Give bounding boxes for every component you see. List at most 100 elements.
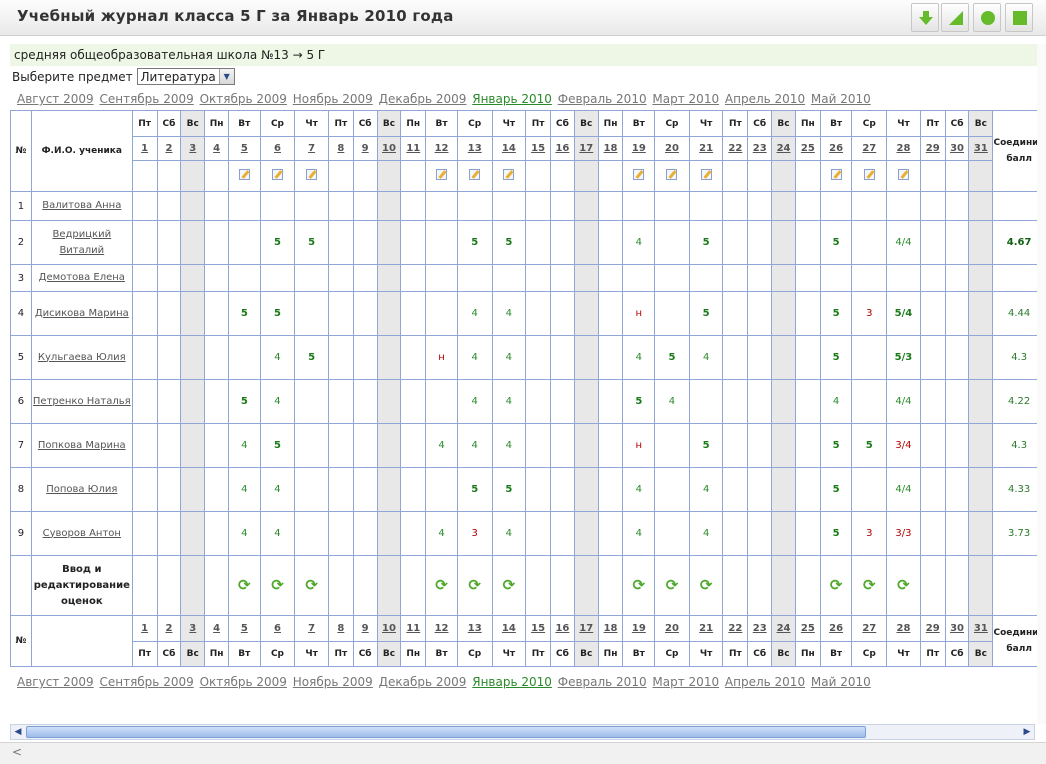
day-link[interactable]: 3 — [189, 143, 196, 154]
grade-cell[interactable]: 5 — [688, 291, 724, 336]
grade-cell[interactable]: 5 — [819, 335, 853, 380]
grade-cell[interactable]: 5 — [294, 220, 329, 265]
grade-cell[interactable]: 5 — [456, 220, 493, 265]
grade-cell[interactable]: 4 — [259, 511, 296, 556]
day-link[interactable]: 23 — [753, 623, 767, 634]
month-link[interactable]: Сентябрь 2009 — [99, 675, 193, 689]
grade-cell[interactable]: 3 — [851, 511, 888, 556]
day-link[interactable]: 18 — [604, 143, 618, 154]
day-link[interactable]: 18 — [604, 623, 618, 634]
grade-cell[interactable] — [228, 220, 261, 265]
edit-lesson-icon[interactable] — [633, 169, 645, 180]
refresh-icon[interactable]: ⟳ — [305, 578, 318, 593]
day-link[interactable]: 20 — [665, 623, 679, 634]
grade-cell[interactable]: 5 — [491, 467, 527, 512]
edit-lesson-icon[interactable] — [469, 169, 481, 180]
day-link[interactable]: 4 — [213, 143, 220, 154]
student-name-link[interactable]: Демотова Елена — [39, 272, 125, 283]
grade-cell[interactable]: 4 — [491, 379, 527, 424]
status-scroll-left[interactable]: < — [12, 745, 22, 759]
grade-cell[interactable]: 5 — [622, 379, 656, 424]
day-link[interactable]: 15 — [531, 143, 545, 154]
grade-cell[interactable] — [491, 264, 527, 292]
day-link[interactable]: 16 — [555, 623, 569, 634]
grade-cell[interactable]: 5 — [819, 511, 853, 556]
day-link[interactable]: 4 — [213, 623, 220, 634]
grade-cell[interactable]: 4 — [622, 467, 656, 512]
grade-cell[interactable] — [819, 264, 853, 292]
edit-lesson-icon[interactable] — [700, 169, 712, 180]
grade-cell[interactable] — [425, 467, 458, 512]
refresh-icon[interactable]: ⟳ — [468, 578, 481, 593]
grade-cell[interactable]: 5 — [819, 467, 853, 512]
grade-cell[interactable] — [654, 264, 690, 292]
day-link[interactable]: 2 — [165, 623, 172, 634]
student-name-link[interactable]: Попкова Марина — [38, 440, 126, 451]
day-link[interactable]: 13 — [468, 623, 482, 634]
refresh-icon[interactable]: ⟳ — [238, 578, 251, 593]
refresh-icon[interactable]: ⟳ — [633, 578, 646, 593]
grade-cell[interactable] — [259, 191, 296, 221]
grade-cell[interactable]: 4 — [228, 467, 261, 512]
grade-cell[interactable] — [228, 191, 261, 221]
edit-lesson-icon[interactable] — [666, 169, 678, 180]
day-link[interactable]: 27 — [862, 623, 876, 634]
student-name-link[interactable]: Попова Юлия — [46, 484, 117, 495]
grade-cell[interactable]: 3 — [851, 291, 888, 336]
month-link[interactable]: Апрель 2010 — [725, 675, 805, 689]
day-link[interactable]: 6 — [274, 623, 281, 634]
day-link[interactable]: 24 — [777, 143, 791, 154]
student-name-link[interactable]: Петренко Наталья — [33, 396, 131, 407]
grade-cell[interactable]: 4 — [491, 335, 527, 380]
grade-cell[interactable]: 4 — [491, 511, 527, 556]
grade-cell[interactable]: 5 — [259, 220, 296, 265]
day-link[interactable]: 7 — [308, 623, 315, 634]
grade-cell[interactable] — [456, 264, 493, 292]
grade-cell[interactable]: 4 — [456, 379, 493, 424]
horizontal-scrollbar[interactable]: ◀ ▶ — [10, 724, 1035, 740]
day-link[interactable]: 31 — [974, 623, 988, 634]
grade-cell[interactable] — [654, 511, 690, 556]
scrollbar-thumb[interactable] — [26, 726, 866, 738]
grade-cell[interactable] — [688, 379, 724, 424]
month-link[interactable]: Январь 2010 — [472, 675, 552, 689]
grade-cell[interactable] — [654, 220, 690, 265]
grade-cell[interactable] — [456, 191, 493, 221]
grade-cell[interactable]: 4 — [228, 511, 261, 556]
day-link[interactable]: 16 — [555, 143, 569, 154]
collapse-button[interactable] — [911, 3, 939, 32]
grade-cell[interactable] — [819, 191, 853, 221]
grade-cell[interactable]: 5 — [819, 291, 853, 336]
grade-cell[interactable] — [851, 335, 888, 380]
subject-select[interactable]: Литература ▼ — [136, 68, 235, 85]
grade-cell[interactable]: 4 — [456, 291, 493, 336]
grade-cell[interactable]: 4 — [688, 467, 724, 512]
grade-cell[interactable] — [294, 191, 329, 221]
grade-cell[interactable]: 4 — [622, 335, 656, 380]
grade-cell[interactable] — [688, 191, 724, 221]
grade-cell[interactable] — [654, 191, 690, 221]
grade-cell[interactable]: 5 — [688, 423, 724, 468]
day-link[interactable]: 12 — [435, 143, 449, 154]
refresh-icon[interactable]: ⟳ — [830, 578, 843, 593]
grade-cell[interactable] — [654, 291, 690, 336]
day-link[interactable]: 2 — [165, 143, 172, 154]
grade-cell[interactable]: 5 — [491, 220, 527, 265]
grade-cell[interactable] — [654, 467, 690, 512]
day-link[interactable]: 21 — [699, 623, 713, 634]
day-link[interactable]: 3 — [189, 623, 196, 634]
grade-cell[interactable] — [688, 264, 724, 292]
grade-cell[interactable] — [622, 191, 656, 221]
refresh-icon[interactable]: ⟳ — [863, 578, 876, 593]
month-link[interactable]: Сентябрь 2009 — [99, 92, 193, 106]
day-link[interactable]: 8 — [337, 623, 344, 634]
grade-cell[interactable] — [425, 191, 458, 221]
day-link[interactable]: 31 — [974, 143, 988, 154]
grade-cell[interactable]: 5 — [294, 335, 329, 380]
day-link[interactable]: 15 — [531, 623, 545, 634]
grade-cell[interactable] — [851, 379, 888, 424]
grade-cell[interactable] — [851, 467, 888, 512]
grade-cell[interactable]: 5/3 — [886, 335, 921, 380]
day-link[interactable]: 29 — [926, 623, 940, 634]
grade-cell[interactable]: 5 — [228, 291, 261, 336]
